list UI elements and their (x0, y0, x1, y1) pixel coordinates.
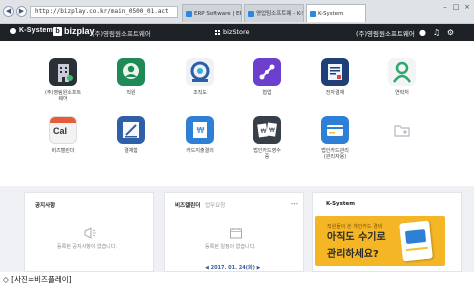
gear-icon[interactable]: ⚙ (446, 28, 455, 37)
svg-text:₩: ₩ (197, 126, 205, 135)
app-label: (주)영림원소프트 웨어 (44, 90, 82, 102)
calendar-empty-icon (230, 228, 242, 239)
forward-icon[interactable]: ▶ (16, 6, 27, 17)
app-label: 전자결재 (325, 90, 345, 96)
calendar-icon: Cal (49, 116, 77, 144)
notice-title: 공지사항 (35, 203, 56, 209)
approval-icon (321, 58, 349, 86)
notice-card: 공지사항 등록된 공지사항이 없습니다. (24, 192, 154, 272)
maximize-icon[interactable]: □ (451, 3, 461, 11)
bizstore-label: bizStore (223, 28, 250, 36)
bizplay-logo[interactable]: b bizplay (53, 26, 95, 36)
app-label: 법인카드영수 증 (253, 148, 281, 160)
app-label: 조직도 (193, 90, 207, 96)
app-label: 연락처 (395, 90, 409, 96)
promo-line-1: 직원들이 쓴 개인카드 경비 (327, 224, 383, 230)
ksystem-title: K-System (326, 201, 355, 207)
schedule-empty-message: 등록된 일정이 없습니다. (205, 244, 256, 250)
brand-name: K-System (19, 27, 53, 34)
app-label: 결재함 (124, 148, 138, 154)
photo-caption: ◇ [사진=비즈플레이] (0, 272, 474, 287)
app-corp-card-receipt[interactable]: ₩ ₩ 법인카드영수 증 (237, 116, 297, 160)
app-biz-calendar[interactable]: Cal 비즈캘린더 (33, 116, 93, 154)
app-contacts[interactable]: 연락처 (372, 58, 432, 96)
more-icon[interactable]: ⋯ (291, 200, 298, 208)
schedule-title: 비즈캘린더 (175, 203, 201, 209)
contacts-icon (388, 58, 416, 86)
app-e-approval[interactable]: 전자결재 (305, 58, 365, 96)
user-menu[interactable]: (주)영림원소프트웨어 (356, 28, 415, 38)
product-name: bizplay (64, 26, 95, 36)
tab-label: 영업팀소프트웨 - K-System (256, 10, 303, 17)
tab-favicon-icon (248, 10, 254, 17)
collaboration-icon (253, 58, 281, 86)
building-icon (49, 58, 77, 86)
tab-favicon-icon (310, 10, 316, 17)
promo-line-2: 아직도 수기로 (327, 232, 386, 243)
svg-text:₩: ₩ (269, 127, 275, 134)
company-selector[interactable]: (주)영림원소프트웨어 (92, 28, 151, 38)
close-window-icon[interactable]: × (462, 3, 472, 11)
svg-text:₩: ₩ (261, 128, 267, 135)
bizstore-link[interactable]: bizStore (215, 28, 250, 36)
card-expense-icon: ₩ (186, 116, 214, 144)
app-label: 카드지출결의 (186, 148, 214, 154)
card-admin-icon (321, 116, 349, 144)
notice-empty-message: 등록된 공지사항이 없습니다. (57, 244, 117, 250)
address-bar[interactable]: http://bizplay.co.kr/main_0500_01.act (30, 6, 178, 18)
app-launcher: (주)영림원소프트 웨어 직원 조직도 협업 전자결재 연락처 Cal 비즈캘린… (0, 41, 474, 186)
app-corp-card-admin[interactable]: 법인카드관리 (관리자용) (305, 116, 365, 160)
browser-tab-active[interactable]: K-System (306, 4, 366, 22)
promo-banner[interactable]: 직원들이 쓴 개인카드 경비 아직도 수기로 관리하세요? (315, 216, 445, 266)
phone-card-illustration (399, 220, 433, 262)
app-label: 협업 (262, 90, 272, 96)
bizplay-mark-icon: b (53, 26, 62, 36)
back-icon[interactable]: ◀ (3, 6, 14, 17)
app-header: K-System b bizplay (주)영림원소프트웨어 bizStore (… (0, 24, 474, 41)
tab-work-request[interactable]: 업무요청 (205, 201, 225, 209)
tab-label: ERP Software | ERP Syst... (194, 10, 241, 17)
ksystem-logo[interactable]: K-System (10, 27, 53, 34)
tab-favicon-icon (186, 10, 192, 17)
browser-tab[interactable]: 영업팀소프트웨 - K-System (244, 4, 304, 22)
receipt-icon: ₩ ₩ (253, 116, 281, 144)
bell-icon[interactable]: ♫ (432, 28, 441, 37)
app-employee[interactable]: 직원 (101, 58, 161, 96)
app-label: 법인카드관리 (관리자용) (321, 148, 349, 160)
app-card-expense[interactable]: ₩ 카드지출결의 (170, 116, 230, 154)
browser-tab[interactable]: ERP Software | ERP Syst... (182, 4, 242, 22)
calendar-badge: Cal (53, 126, 68, 136)
ksystem-mark-icon (10, 27, 16, 34)
app-org-chart[interactable]: 조직도 (170, 58, 230, 96)
app-approval-box[interactable]: 결재함 (101, 116, 161, 154)
app-company[interactable]: (주)영림원소프트 웨어 (33, 58, 93, 102)
tab-label: K-System (318, 10, 344, 17)
promo-line-3: 관리하세요? (327, 249, 379, 260)
add-folder-icon (388, 116, 416, 144)
sign-icon (117, 116, 145, 144)
org-chart-icon (186, 58, 214, 86)
app-add[interactable] (372, 116, 432, 148)
grid-icon (215, 29, 220, 35)
employee-icon (117, 58, 145, 86)
minimize-icon[interactable]: – (440, 3, 450, 11)
user-icon[interactable]: ● (418, 28, 427, 37)
megaphone-icon (84, 227, 96, 239)
dashboard-widgets: 공지사항 등록된 공지사항이 없습니다. 비즈캘린더 업무요청 ⋯ 등록된 일정… (0, 186, 474, 272)
schedule-card: 비즈캘린더 업무요청 ⋯ 등록된 일정이 없습니다. ◀ 2017. 01. 2… (164, 192, 304, 272)
app-collaboration[interactable]: 협업 (237, 58, 297, 96)
browser-toolbar: ◀ ▶ http://bizplay.co.kr/main_0500_01.ac… (0, 0, 474, 24)
app-label: 비즈캘린더 (51, 148, 75, 154)
screenshot-frame: ◀ ▶ http://bizplay.co.kr/main_0500_01.ac… (0, 0, 474, 272)
app-label: 직원 (126, 90, 136, 96)
schedule-date-navigator[interactable]: ◀ 2017. 01. 24(화) ▶ (205, 264, 260, 271)
browser-tabs: ERP Software | ERP Syst... 영업팀소프트웨 - K-S… (182, 4, 366, 22)
